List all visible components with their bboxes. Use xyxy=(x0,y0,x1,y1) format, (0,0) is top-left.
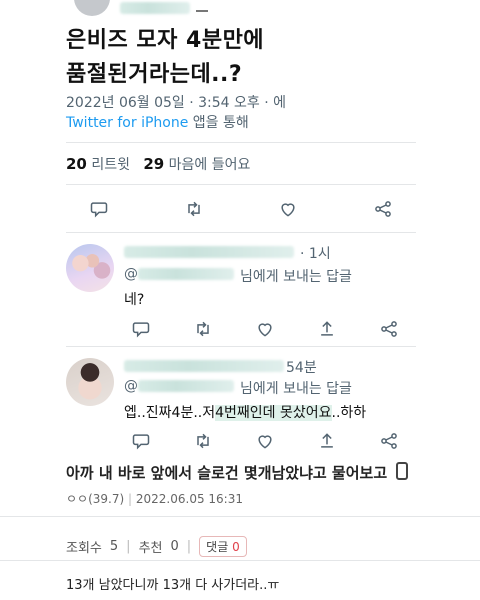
like-icon[interactable] xyxy=(254,318,276,340)
like-count[interactable]: 29 xyxy=(143,155,164,173)
reply-actions xyxy=(130,430,400,452)
like-icon[interactable] xyxy=(254,430,276,452)
divider xyxy=(66,142,416,143)
blurred-username xyxy=(124,246,294,258)
reply-body: 엡..진짜4분..저4번째인데 못샀어요..하하 xyxy=(124,402,366,422)
blurred-username xyxy=(120,2,190,14)
blurred-reply-handle xyxy=(138,268,234,280)
avatar[interactable] xyxy=(74,0,110,16)
like-label[interactable]: 마음에 들어요 xyxy=(169,157,251,173)
retweet-icon[interactable] xyxy=(192,430,214,452)
reply-body-part-2: ..하하 xyxy=(331,405,367,421)
tweet-timestamp: 2022년 06월 05일 · 3:54 오후 · 에 xyxy=(66,95,287,111)
upload-icon[interactable] xyxy=(316,318,338,340)
upload-icon[interactable] xyxy=(316,430,338,452)
share-icon[interactable] xyxy=(372,198,394,220)
retweet-label[interactable]: 리트윗 xyxy=(91,157,130,173)
reply-icon[interactable] xyxy=(130,430,152,452)
tweet-source-link[interactable]: Twitter for iPhone xyxy=(66,115,188,131)
post-title[interactable]: 아까 내 바로 앞에서 슬로건 몇개남았냐고 물어보고 xyxy=(66,462,387,483)
divider xyxy=(0,560,480,561)
reply-body-part-1: 엡..진짜4분..저 xyxy=(124,405,216,421)
avatar[interactable] xyxy=(66,244,114,292)
comments-label: 댓글 xyxy=(206,540,229,554)
reply-to-suffix: 님에게 보내는 답글 xyxy=(240,269,352,285)
reply-body-highlight: 4번째인데 못샀어요 xyxy=(215,405,332,421)
blurred-reply-handle xyxy=(138,380,234,392)
tweet-actions xyxy=(88,198,394,220)
divider xyxy=(66,232,416,233)
reply-time-value: 1시 xyxy=(308,246,331,262)
reply-body: 네? xyxy=(124,292,145,308)
like-icon[interactable] xyxy=(277,198,299,220)
reply-to-suffix: 님에게 보내는 답글 xyxy=(240,381,352,397)
tweet-text-line-1: 은비즈 모자 4분만에 xyxy=(66,28,265,53)
reply-actions xyxy=(130,318,400,340)
recommend-label: 추천 xyxy=(138,541,163,556)
reply-icon[interactable] xyxy=(88,198,110,220)
post-author[interactable]: ㅇㅇ(39.7) xyxy=(66,492,124,506)
reply-time: · 1시 xyxy=(300,246,331,262)
retweet-icon[interactable] xyxy=(183,198,205,220)
divider xyxy=(66,346,416,347)
comments-count: 0 xyxy=(232,540,240,554)
avatar[interactable] xyxy=(66,358,114,406)
reply-time: 54분 xyxy=(286,360,317,376)
retweet-icon[interactable] xyxy=(192,318,214,340)
divider xyxy=(66,184,416,185)
post-datetime: 2022.06.05 16:31 xyxy=(135,492,243,506)
comments-badge[interactable]: 댓글 0 xyxy=(199,536,247,557)
tweet-text-line-2: 품절된거라는데..? xyxy=(66,62,243,87)
reply-at: @ xyxy=(124,266,138,282)
share-icon[interactable] xyxy=(378,430,400,452)
tweet-source: Twitter for iPhone 앱을 통해 xyxy=(66,112,249,132)
tweet-stats: 20 리트윗 29 마음에 들어요 xyxy=(66,154,250,174)
reply-to-line: @ xyxy=(124,266,138,282)
phone-icon xyxy=(396,462,408,480)
recommend-count: 0 xyxy=(170,539,179,554)
views-count: 5 xyxy=(109,539,119,554)
post-counts: 조회수 5 | 추천 0 | 댓글 0 xyxy=(66,536,247,557)
post-meta: ㅇㅇ(39.7) | 2022.06.05 16:31 xyxy=(66,492,243,506)
username-underscore xyxy=(196,10,208,12)
blurred-username xyxy=(124,360,284,372)
tweet-text: 은비즈 모자 4분만에 품절된거라는데..? xyxy=(66,24,386,92)
retweet-count[interactable]: 20 xyxy=(66,155,87,173)
tweet-source-suffix: 앱을 통해 xyxy=(188,115,249,131)
views-label: 조회수 xyxy=(66,541,102,556)
share-icon[interactable] xyxy=(378,318,400,340)
reply-at: @ xyxy=(124,378,138,394)
divider xyxy=(0,516,480,517)
reply-icon[interactable] xyxy=(130,318,152,340)
reply-to-line: @ xyxy=(124,378,138,394)
post-body: 13개 남았다니까 13개 다 사가더라..ㅠ xyxy=(66,578,280,593)
